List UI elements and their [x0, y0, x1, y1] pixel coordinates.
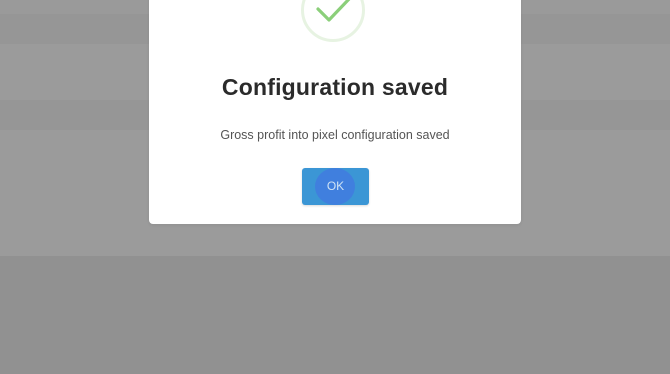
dialog-message: Gross profit into pixel configuration sa…	[220, 128, 450, 142]
checkmark-icon	[301, 0, 365, 42]
checkmark-glyph	[316, 0, 351, 22]
background-row	[0, 256, 670, 374]
ok-button-label: OK	[326, 179, 345, 193]
dialog-title: Configuration saved	[221, 74, 449, 100]
modal-overlay: Configuration saved Gross profit into pi…	[0, 0, 670, 374]
ok-button[interactable]: OK	[302, 168, 369, 205]
success-dialog: Configuration saved Gross profit into pi…	[149, 0, 521, 224]
